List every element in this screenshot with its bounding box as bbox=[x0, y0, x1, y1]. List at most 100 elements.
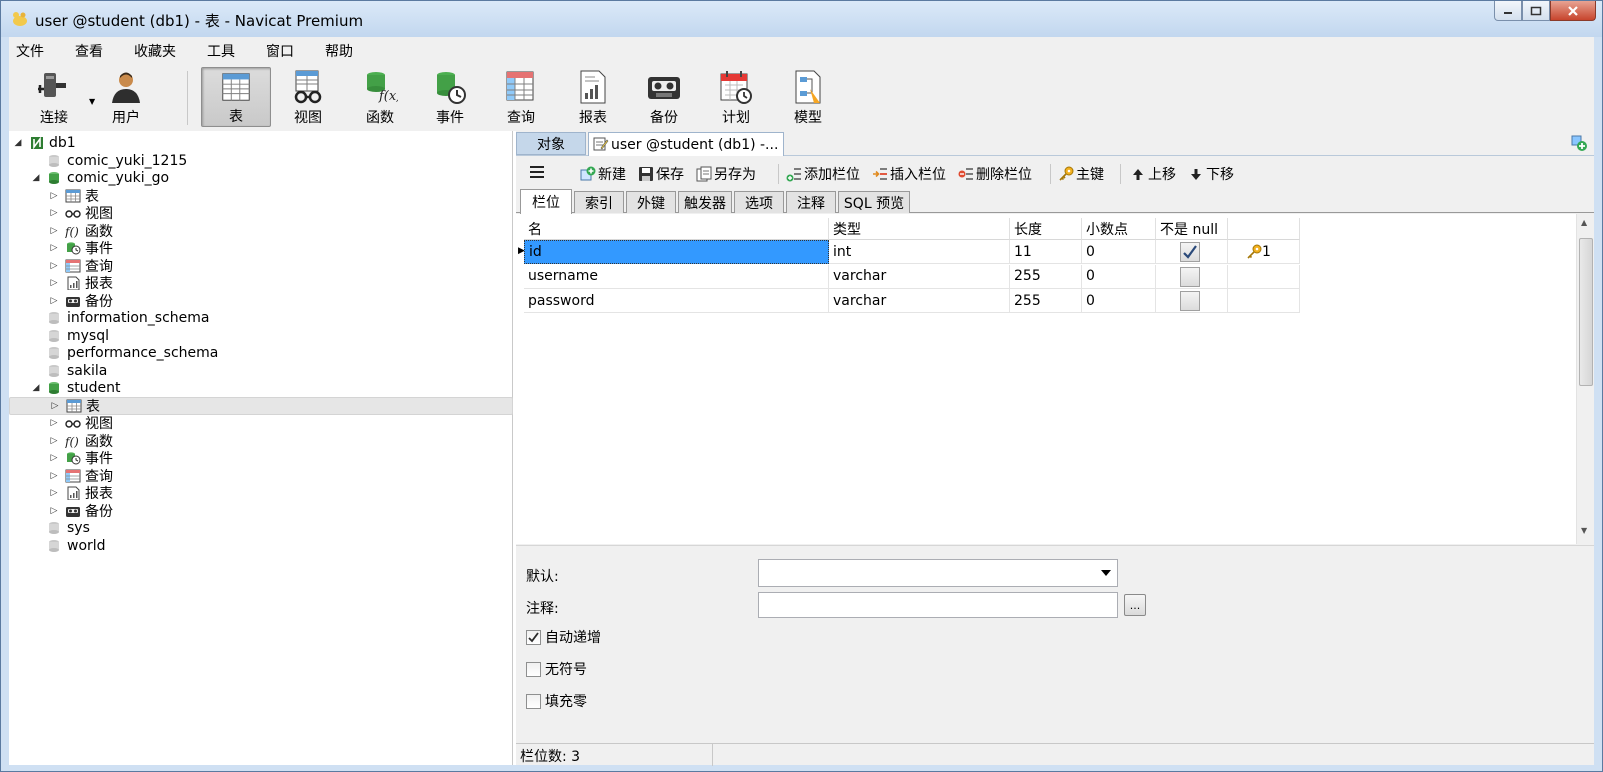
tree-node[interactable]: ▷ 视图 bbox=[9, 414, 513, 432]
new-button[interactable]: 新建 bbox=[580, 164, 626, 184]
grid-cell-name[interactable]: password bbox=[524, 289, 829, 313]
tree-node[interactable]: information_schema bbox=[9, 309, 513, 327]
auto-increment-row[interactable]: 自动递增 bbox=[526, 628, 601, 646]
tree-node[interactable]: sys bbox=[9, 519, 513, 537]
column-header-3[interactable]: 小数点 bbox=[1082, 218, 1156, 240]
maximize-button[interactable] bbox=[1522, 1, 1550, 21]
menu-item-5[interactable]: 帮助 bbox=[325, 41, 353, 61]
grid-cell-name[interactable]: id bbox=[524, 240, 829, 264]
tree-node[interactable]: ▷ f() 函数 bbox=[9, 432, 513, 450]
tree-node[interactable]: ▷ 报表 bbox=[9, 274, 513, 292]
collapsed-arrow-icon[interactable]: ▷ bbox=[49, 208, 59, 218]
unsigned-row[interactable]: 无符号 bbox=[526, 660, 587, 678]
subtab-4[interactable]: 选项 bbox=[734, 191, 784, 213]
collapsed-arrow-icon[interactable]: ▷ bbox=[49, 243, 59, 253]
minimize-button[interactable] bbox=[1494, 1, 1522, 21]
title-bar[interactable]: user @student (db1) - 表 - Navicat Premiu… bbox=[1, 1, 1602, 37]
comment-edit-button[interactable]: ... bbox=[1124, 594, 1146, 616]
subtab-0[interactable]: 栏位 bbox=[520, 189, 572, 214]
collapsed-arrow-icon[interactable]: ▷ bbox=[50, 401, 60, 411]
grid-cell-length[interactable]: 255 bbox=[1010, 289, 1082, 313]
collapsed-arrow-icon[interactable]: ▷ bbox=[49, 261, 59, 271]
toolbar-button-report[interactable]: 报表 bbox=[558, 67, 628, 127]
zerofill-row[interactable]: 填充零 bbox=[526, 692, 587, 710]
toolbar-button-event[interactable]: 事件 bbox=[415, 67, 485, 127]
grid-cell-decimals[interactable]: 0 bbox=[1082, 289, 1156, 313]
close-button[interactable] bbox=[1550, 1, 1596, 21]
collapsed-arrow-icon[interactable]: ▷ bbox=[49, 506, 59, 516]
menu-item-4[interactable]: 窗口 bbox=[266, 41, 294, 61]
insert-field-button[interactable]: 插入栏位 bbox=[872, 164, 946, 184]
tree-node[interactable]: comic_yuki_1215 bbox=[9, 152, 513, 170]
toolbar-button-query[interactable]: 查询 bbox=[486, 67, 556, 127]
menu-item-2[interactable]: 收藏夹 bbox=[134, 41, 176, 61]
collapsed-arrow-icon[interactable]: ▷ bbox=[49, 436, 59, 446]
menu-icon[interactable] bbox=[530, 166, 544, 178]
tree-node[interactable]: ▷ f() 函数 bbox=[9, 222, 513, 240]
new-tab-icon[interactable] bbox=[1570, 134, 1588, 152]
tree-node[interactable]: ▷ 查询 bbox=[9, 257, 513, 275]
tree-node[interactable]: ◢ db1 bbox=[9, 134, 513, 152]
grid-cell-decimals[interactable]: 0 bbox=[1082, 240, 1156, 264]
collapsed-arrow-icon[interactable]: ▷ bbox=[49, 278, 59, 288]
toolbar-button-view[interactable]: 视图 bbox=[273, 67, 343, 127]
tree-node[interactable]: mysql bbox=[9, 327, 513, 345]
zerofill-checkbox[interactable] bbox=[526, 693, 541, 709]
grid-cell-length[interactable]: 255 bbox=[1010, 264, 1082, 289]
vertical-scrollbar[interactable]: ▲ ▼ bbox=[1576, 214, 1594, 544]
default-select[interactable] bbox=[758, 559, 1118, 587]
tree-node[interactable]: performance_schema bbox=[9, 344, 513, 362]
tree-node[interactable]: ▷ 事件 bbox=[9, 449, 513, 467]
tree-node[interactable]: ▷ 表 bbox=[9, 187, 513, 205]
save-button[interactable]: 保存 bbox=[638, 164, 684, 184]
tree-node[interactable]: world bbox=[9, 537, 513, 555]
tree-node[interactable]: ▷ 报表 bbox=[9, 484, 513, 502]
comment-field[interactable] bbox=[758, 592, 1118, 618]
save-as-button[interactable]: 另存为 bbox=[696, 164, 756, 184]
subtab-1[interactable]: 索引 bbox=[574, 191, 624, 213]
scroll-up-icon[interactable]: ▲ bbox=[1581, 218, 1587, 227]
move-down-button[interactable]: 下移 bbox=[1188, 164, 1234, 184]
grid-cell-length[interactable]: 11 bbox=[1010, 240, 1082, 264]
subtab-3[interactable]: 触发器 bbox=[678, 191, 732, 213]
tab-table-design[interactable]: user @student (db1) -... bbox=[588, 132, 784, 156]
grid-cell-type[interactable]: varchar bbox=[829, 264, 1010, 289]
column-header-4[interactable]: 不是 null bbox=[1156, 218, 1228, 240]
expanded-arrow-icon[interactable]: ◢ bbox=[31, 383, 41, 393]
grid-cell-type[interactable]: int bbox=[829, 240, 1010, 264]
expanded-arrow-icon[interactable]: ◢ bbox=[31, 173, 41, 183]
tree-node[interactable]: ▷ 查询 bbox=[9, 467, 513, 485]
column-header-0[interactable]: 名 bbox=[524, 218, 829, 240]
subtab-6[interactable]: SQL 预览 bbox=[838, 191, 910, 213]
column-header-5[interactable] bbox=[1228, 218, 1300, 240]
not-null-checkbox[interactable] bbox=[1180, 291, 1200, 311]
toolbar-button-user[interactable]: 用户 bbox=[91, 67, 161, 127]
not-null-checkbox[interactable] bbox=[1180, 266, 1200, 287]
tab-objects[interactable]: 对象 bbox=[516, 132, 586, 155]
delete-field-button[interactable]: 删除栏位 bbox=[958, 164, 1032, 184]
toolbar-button-function[interactable]: f(x) 函数 bbox=[345, 67, 415, 127]
navigation-tree[interactable]: ◢ db1 comic_yuki_1215 ◢ comic_yuki_go ▷ 表 ▷ 视图 ▷ f… bbox=[9, 131, 513, 765]
tree-node[interactable]: sakila bbox=[9, 362, 513, 380]
expanded-arrow-icon[interactable]: ◢ bbox=[13, 138, 23, 148]
tree-node[interactable]: ▷ 备份 bbox=[9, 502, 513, 520]
collapsed-arrow-icon[interactable]: ▷ bbox=[49, 191, 59, 201]
tree-node[interactable]: ◢ student bbox=[9, 379, 513, 397]
scrollbar-thumb[interactable] bbox=[1579, 238, 1593, 386]
grid-cell-decimals[interactable]: 0 bbox=[1082, 264, 1156, 289]
collapsed-arrow-icon[interactable]: ▷ bbox=[49, 471, 59, 481]
column-header-1[interactable]: 类型 bbox=[829, 218, 1010, 240]
tree-node[interactable]: ▷ 表 bbox=[9, 396, 513, 415]
add-field-button[interactable]: 添加栏位 bbox=[786, 164, 860, 184]
toolbar-button-backup[interactable]: 备份 bbox=[629, 67, 699, 127]
toolbar-button-table[interactable]: 表 bbox=[201, 67, 271, 127]
move-up-button[interactable]: 上移 bbox=[1130, 164, 1176, 184]
column-header-2[interactable]: 长度 bbox=[1010, 218, 1082, 240]
toolbar-button-model[interactable]: 模型 bbox=[773, 67, 843, 127]
collapsed-arrow-icon[interactable]: ▷ bbox=[49, 296, 59, 306]
scroll-down-icon[interactable]: ▼ bbox=[1581, 526, 1587, 535]
menu-item-0[interactable]: 文件 bbox=[16, 41, 44, 61]
tree-node[interactable]: ▷ 备份 bbox=[9, 292, 513, 310]
tree-node[interactable]: ▷ 事件 bbox=[9, 239, 513, 257]
connection-dropdown-icon[interactable]: ▼ bbox=[89, 97, 95, 106]
